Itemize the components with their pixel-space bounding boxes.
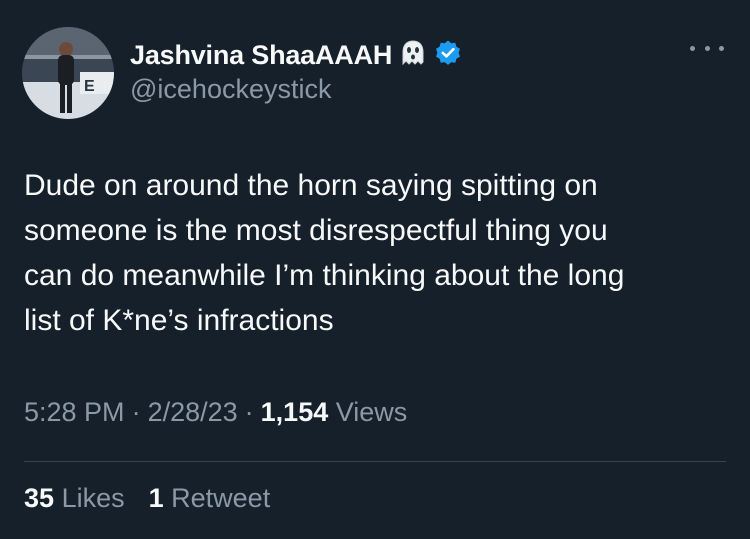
- likes-stat[interactable]: 35 Likes: [24, 483, 125, 514]
- dot: [704, 45, 710, 51]
- tweet-card: E Jashvina ShaaAAAH @icehockeystick Dude…: [0, 0, 750, 539]
- author-handle[interactable]: @icehockeystick: [130, 74, 331, 105]
- separator: ·: [131, 397, 141, 427]
- views[interactable]: 1,154 Views: [261, 397, 408, 428]
- retweets-stat[interactable]: 1 Retweet: [149, 483, 271, 514]
- divider: [24, 461, 726, 462]
- dot: [690, 45, 695, 51]
- svg-text:E: E: [84, 78, 95, 95]
- views-label: Views: [335, 397, 408, 427]
- verified-badge-icon[interactable]: [434, 39, 462, 72]
- views-count: 1,154: [260, 397, 329, 427]
- tweet-text: Dude on around the horn saying spitting …: [24, 169, 625, 337]
- author-name-row: Jashvina ShaaAAAH: [130, 38, 462, 73]
- ghost-icon: [398, 38, 428, 73]
- avatar[interactable]: E: [22, 27, 114, 119]
- likes-count: 35: [24, 483, 55, 513]
- retweets-label: Retweet: [171, 483, 271, 513]
- author-display-name[interactable]: Jashvina ShaaAAAH: [130, 40, 392, 71]
- tweet-stats: 35 Likes 1 Retweet: [24, 483, 270, 514]
- tweet-metadata: 5:28 PM · 2/28/23 · 1,154 Views: [24, 397, 407, 428]
- tweet-time[interactable]: 5:28 PM: [24, 397, 125, 428]
- likes-label: Likes: [61, 483, 125, 513]
- more-options-icon[interactable]: [690, 40, 724, 56]
- retweets-count: 1: [148, 483, 164, 513]
- tweet-date[interactable]: 2/28/23: [148, 397, 238, 428]
- separator: ·: [244, 397, 254, 427]
- dot: [719, 45, 724, 51]
